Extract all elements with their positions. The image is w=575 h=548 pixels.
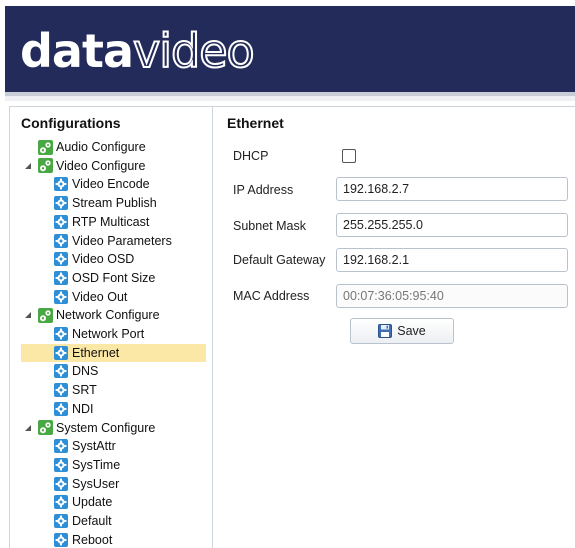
tree-item-video-osd[interactable]: Video OSD xyxy=(21,250,206,268)
tree-item-label: Network Port xyxy=(72,327,145,341)
dhcp-checkbox[interactable] xyxy=(342,149,356,163)
ip-address-label: IP Address xyxy=(233,183,294,197)
gear-group-icon xyxy=(38,420,56,435)
gear-group-icon xyxy=(38,307,56,323)
tree-group-label: System Configure xyxy=(56,420,156,435)
subnet-mask-input[interactable] xyxy=(336,213,568,237)
tree-item-osd-font-size[interactable]: OSD Font Size xyxy=(21,269,206,287)
tree-item-video-parameters[interactable]: Video Parameters xyxy=(21,232,206,250)
save-button[interactable]: Save xyxy=(350,318,454,344)
tree-item-label: Video Out xyxy=(72,289,128,304)
settings-item-icon xyxy=(54,214,72,229)
tree-item-network-port[interactable]: Network Port xyxy=(21,325,206,343)
tree-item-default[interactable]: Default xyxy=(21,512,206,530)
tree-item-video-out[interactable]: Video Out xyxy=(21,288,206,306)
tree-item-label: Reboot xyxy=(72,532,113,547)
tree-item-label: DNS xyxy=(72,364,99,379)
tree-group-label: Audio Configure xyxy=(56,140,146,154)
dhcp-label: DHCP xyxy=(233,149,269,163)
settings-item-icon xyxy=(54,383,72,398)
tree-item-label: OSD Font Size xyxy=(72,270,156,285)
tree-item-rtp-multicast[interactable]: RTP Multicast xyxy=(21,213,206,231)
sidebar-title: Configurations xyxy=(21,115,121,131)
tree-item-label: Video Parameters xyxy=(72,233,172,248)
expand-arrow-icon[interactable] xyxy=(25,162,31,169)
subnet-mask-label: Subnet Mask xyxy=(233,219,306,233)
settings-item-icon xyxy=(54,270,72,285)
tree-item-reboot[interactable]: Reboot xyxy=(21,531,206,548)
tree-item-label: SystAttr xyxy=(72,439,116,454)
tree-item-update[interactable]: Update xyxy=(21,493,206,511)
settings-item-icon xyxy=(54,532,72,547)
tree-item-systattr[interactable]: SystAttr xyxy=(21,437,206,455)
datavideo-logo: datavideo xyxy=(20,23,256,79)
floppy-disk-icon xyxy=(378,324,393,338)
tree-group-system-configure[interactable]: System Configure xyxy=(25,419,156,437)
tree-item-label: SRT xyxy=(72,383,97,398)
settings-item-icon xyxy=(54,345,72,360)
tree-item-label: SysTime xyxy=(72,457,121,472)
tree-item-label: NDI xyxy=(72,401,94,416)
settings-item-icon xyxy=(54,327,72,341)
tree-item-srt[interactable]: SRT xyxy=(21,381,206,399)
tree-item-label: Update xyxy=(72,495,113,510)
gear-group-icon xyxy=(38,139,56,155)
header-divider-light xyxy=(5,96,575,101)
tree-item-label: Video OSD xyxy=(72,252,135,267)
ip-address-input[interactable] xyxy=(336,177,568,201)
settings-item-icon xyxy=(54,364,72,379)
tree-item-label: Default xyxy=(72,514,112,528)
tree-item-label: Stream Publish xyxy=(72,196,157,211)
app-header: datavideo xyxy=(5,6,575,92)
tree-item-dns[interactable]: DNS xyxy=(21,362,206,380)
save-button-label: Save xyxy=(397,324,426,338)
tree-item-stream-publish[interactable]: Stream Publish xyxy=(21,194,206,212)
tree-group-label: Network Configure xyxy=(56,308,160,323)
tree-item-systime[interactable]: SysTime xyxy=(21,456,206,474)
settings-item-icon xyxy=(54,495,72,510)
tree-group-video-configure[interactable]: Video Configure xyxy=(25,157,146,175)
tree-item-label: Video Encode xyxy=(72,177,150,192)
tree-item-ndi[interactable]: NDI xyxy=(21,400,206,418)
expand-arrow-icon[interactable] xyxy=(25,424,31,431)
settings-item-icon xyxy=(54,289,72,304)
settings-item-icon xyxy=(54,233,72,248)
settings-item-icon xyxy=(54,476,72,491)
panel-title: Ethernet xyxy=(227,115,284,131)
settings-item-icon xyxy=(54,439,72,454)
tree-item-label: RTP Multicast xyxy=(72,214,150,229)
tree-item-sysuser[interactable]: SysUser xyxy=(21,475,206,493)
configurations-sidebar: Configurations Audio Configure Video Conf… xyxy=(9,106,213,548)
settings-item-icon xyxy=(54,514,72,528)
settings-item-icon xyxy=(54,196,72,211)
ethernet-panel: Ethernet DHCP IP Address Subnet Mask Def… xyxy=(212,106,575,548)
settings-item-icon xyxy=(54,457,72,472)
gear-group-icon xyxy=(38,158,56,174)
default-gateway-input[interactable] xyxy=(336,248,568,272)
tree-item-label: SysUser xyxy=(72,476,120,491)
tree-item-label: Ethernet xyxy=(72,345,120,360)
default-gateway-label: Default Gateway xyxy=(233,253,326,267)
settings-item-icon xyxy=(54,401,72,416)
mac-address-label: MAC Address xyxy=(233,289,310,303)
tree-group-audio-configure[interactable]: Audio Configure xyxy=(38,138,146,156)
tree-group-label: Video Configure xyxy=(56,158,146,173)
tree-item-ethernet[interactable]: Ethernet xyxy=(21,343,206,362)
tree-item-video-encode[interactable]: Video Encode xyxy=(21,175,206,193)
mac-address-input xyxy=(336,284,568,308)
settings-item-icon xyxy=(54,177,72,192)
settings-item-icon xyxy=(54,252,72,267)
expand-arrow-icon[interactable] xyxy=(25,312,31,319)
tree-group-network-configure[interactable]: Network Configure xyxy=(25,306,160,324)
